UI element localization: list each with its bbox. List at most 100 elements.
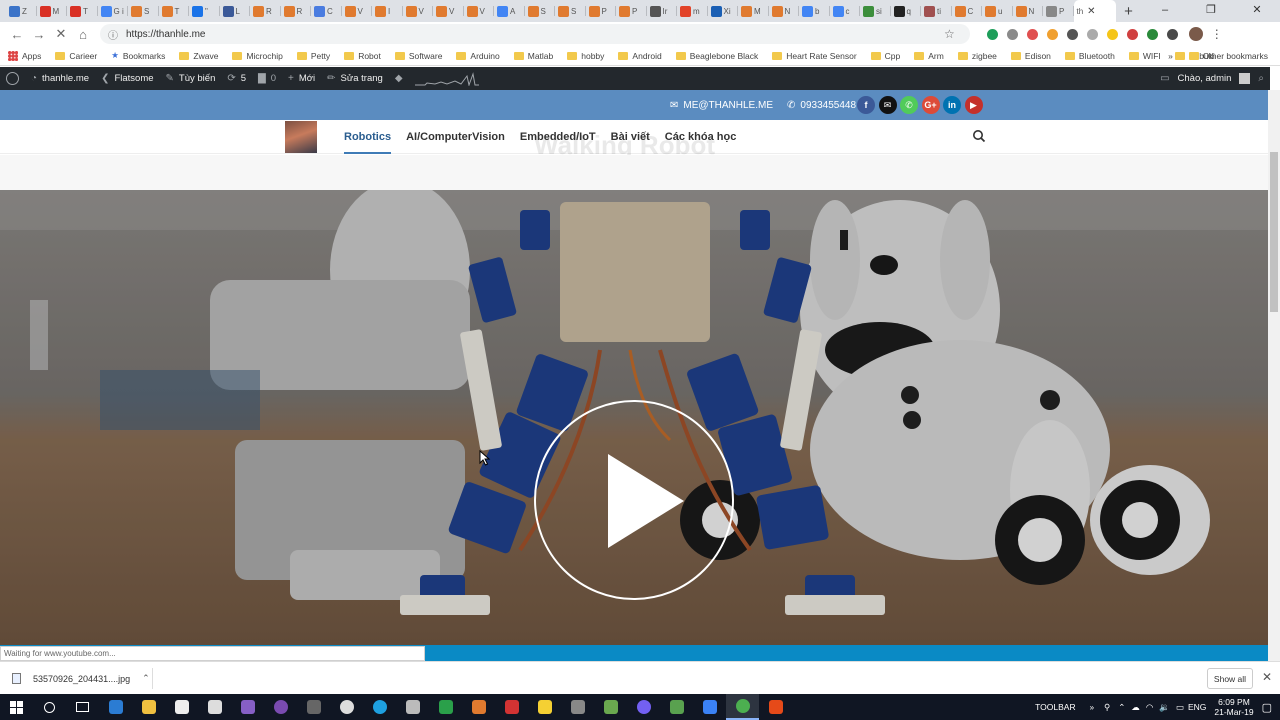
search-icon[interactable] [972, 129, 986, 143]
bookmark-folder[interactable]: Beaglebone Black [675, 51, 758, 61]
taskbar-viber-icon[interactable] [627, 694, 660, 720]
wordpress-logo-icon[interactable] [6, 72, 19, 85]
browser-tab[interactable]: M [738, 0, 769, 22]
browser-tab[interactable]: R [250, 0, 281, 22]
taskbar-app-purple-icon[interactable] [264, 694, 297, 720]
wp-edit-page[interactable]: ✏ Sửa trang [327, 73, 383, 84]
extension-icon[interactable] [1045, 26, 1061, 42]
taskbar-app-green-icon[interactable] [660, 694, 693, 720]
wp-stats-sparkline[interactable] [414, 71, 479, 86]
forward-button[interactable]: → [28, 27, 50, 42]
taskbar-internet-explorer-icon[interactable] [363, 694, 396, 720]
page-scrollbar[interactable] [1268, 90, 1280, 661]
browser-tab[interactable]: T [159, 0, 190, 22]
wifi-icon[interactable]: ◠ [1146, 702, 1153, 713]
taskbar-sticky-notes-icon[interactable] [528, 694, 561, 720]
taskbar-app-gray-icon[interactable] [297, 694, 330, 720]
email-link[interactable]: ✉ ME@THANHLE.ME [670, 100, 773, 111]
onedrive-icon[interactable]: ☁ [1131, 702, 1140, 713]
bookmark-folder[interactable]: Petty [296, 51, 330, 61]
minimize-button[interactable]: – [1142, 0, 1188, 22]
screen-icon[interactable]: ▭ [1160, 73, 1169, 84]
bookmark-folder[interactable]: Microchip [232, 51, 283, 61]
wp-plugin-diamond-icon[interactable]: ◆ [395, 73, 403, 84]
social-facebook-icon[interactable]: f [857, 96, 875, 114]
nav-item[interactable]: Các khóa học [665, 120, 737, 154]
browser-tab[interactable]: Ir [647, 0, 678, 22]
browser-tab[interactable]: u [982, 0, 1013, 22]
battery-icon[interactable]: ▭ [1176, 702, 1184, 713]
bookmark-folder[interactable]: Heart Rate Sensor [772, 51, 857, 61]
scrollbar-thumb[interactable] [1270, 152, 1278, 312]
bookmark-folder[interactable]: Cpp [870, 51, 900, 61]
bookmark-folder[interactable]: Android [618, 51, 662, 61]
browser-tab[interactable]: S [128, 0, 159, 22]
browser-tab[interactable]: " [189, 0, 220, 22]
browser-tab[interactable]: A [494, 0, 525, 22]
nav-item[interactable]: Embedded/IoT [520, 120, 596, 154]
other-bookmarks[interactable]: » Other bookmarks [1168, 46, 1268, 66]
start-button[interactable] [0, 694, 33, 720]
bookmark-folder[interactable]: Edison [1010, 51, 1051, 61]
bookmark-folder[interactable]: Software [394, 51, 442, 61]
browser-tab[interactable]: G i [98, 0, 129, 22]
browser-tab[interactable]: V [464, 0, 495, 22]
nav-item[interactable]: Robotics [344, 120, 392, 154]
browser-tab[interactable]: N [769, 0, 800, 22]
browser-tab[interactable]: q [891, 0, 922, 22]
browser-tab[interactable]: V [342, 0, 373, 22]
extension-icon[interactable] [1165, 26, 1181, 42]
taskbar-app-orange-icon[interactable] [759, 694, 792, 720]
extension-icon[interactable] [1065, 26, 1081, 42]
tab-close-icon[interactable]: ✕ [1087, 6, 1095, 17]
video-play-button[interactable] [534, 400, 734, 600]
extension-icon[interactable] [985, 26, 1001, 42]
bookmark-folder[interactable]: Robot [344, 51, 381, 61]
address-bar[interactable]: ⓘ https://thanhle.me [100, 24, 970, 44]
download-item[interactable]: 53570926_204431....jpg ⌃ [12, 662, 150, 695]
bookmark-folder[interactable]: hobby [567, 51, 604, 61]
browser-tab[interactable]: S [555, 0, 586, 22]
browser-tab[interactable]: ti [921, 0, 952, 22]
browser-tab[interactable]: I [372, 0, 403, 22]
taskbar-app-red-icon[interactable] [495, 694, 528, 720]
taskbar-mail-icon[interactable] [165, 694, 198, 720]
browser-tab[interactable]: P [616, 0, 647, 22]
home-button[interactable]: ⌂ [72, 27, 94, 42]
extension-icon[interactable] [1125, 26, 1141, 42]
stop-loading-button[interactable]: ✕ [50, 26, 72, 42]
wp-search-icon[interactable]: ⌕ [1258, 73, 1264, 84]
browser-tab[interactable]: V [403, 0, 434, 22]
browser-tab[interactable]: P [586, 0, 617, 22]
browser-tab[interactable]: C [311, 0, 342, 22]
bookmark-folder[interactable]: zigbee [957, 51, 997, 61]
toolbar-label[interactable]: TOOLBAR [1035, 702, 1075, 712]
browser-tab[interactable]: V [433, 0, 464, 22]
volume-icon[interactable]: 🔉 [1159, 702, 1170, 713]
nav-item[interactable]: AI/ComputerVision [406, 120, 505, 154]
hero-video-banner[interactable] [0, 190, 1268, 645]
taskbar-visual-studio-icon[interactable] [231, 694, 264, 720]
clock[interactable]: 6:09 PM 21-Mar-19 [1214, 697, 1253, 717]
people-icon[interactable]: ⚲ [1104, 702, 1110, 713]
phone-link[interactable]: ✆ 0933455448 [787, 100, 856, 111]
taskbar-app-frog-icon[interactable] [594, 694, 627, 720]
toolbar-expand-icon[interactable]: » [1090, 703, 1094, 712]
bookmark-folder[interactable]: Bluetooth [1064, 51, 1115, 61]
new-tab-button[interactable]: + [1116, 3, 1142, 20]
close-window-button[interactable]: ✕ [1234, 0, 1280, 22]
maximize-button[interactable]: ❐ [1188, 0, 1234, 22]
taskbar-edge-icon[interactable] [99, 694, 132, 720]
chevron-up-icon[interactable]: ⌃ [142, 673, 150, 684]
bookmark-folder[interactable]: Arduino [456, 51, 500, 61]
browser-tab[interactable]: m [677, 0, 708, 22]
browser-tab[interactable]: Xi [708, 0, 739, 22]
bookmark-folder[interactable]: ★ Bookmarks [111, 50, 165, 61]
menu-kebab-icon[interactable]: ⋮ [1211, 27, 1223, 41]
taskbar-file-explorer-icon[interactable] [132, 694, 165, 720]
browser-tab[interactable]: P [1043, 0, 1074, 22]
browser-tab[interactable]: S [525, 0, 556, 22]
taskbar-emoji-icon[interactable] [330, 694, 363, 720]
bookmark-folder[interactable]: Arm [914, 51, 944, 61]
extension-icon[interactable] [1005, 26, 1021, 42]
